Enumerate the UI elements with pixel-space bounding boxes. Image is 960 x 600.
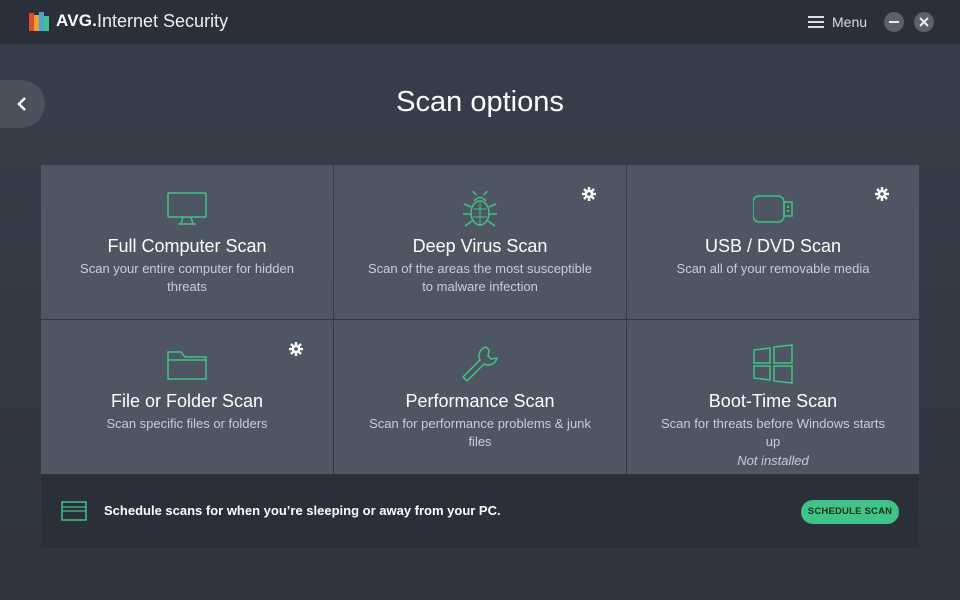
calendar-icon xyxy=(61,501,87,521)
tile-title: Deep Virus Scan xyxy=(412,236,548,256)
tile-description: Scan for threats before Windows starts u… xyxy=(661,416,885,449)
product-name: Internet Security xyxy=(97,11,229,31)
schedule-scan-button[interactable]: SCHEDULE SCAN xyxy=(801,500,899,524)
schedule-bar: Schedule scans for when you’re sleeping … xyxy=(41,475,919,548)
settings-gear-icon[interactable] xyxy=(875,187,889,201)
bug-icon xyxy=(463,190,497,227)
brand-name: AVG. xyxy=(56,11,98,30)
settings-gear-icon[interactable] xyxy=(582,187,596,201)
tile-title: Boot-Time Scan xyxy=(708,391,838,411)
scan-options-grid: Full Computer Scan Scan your entire comp… xyxy=(41,165,919,475)
schedule-message: Schedule scans for when you’re sleeping … xyxy=(104,503,501,518)
tile-description: Scan for performance problems & junk fil… xyxy=(369,416,591,449)
monitor-icon xyxy=(167,192,207,225)
tile-title: Performance Scan xyxy=(405,391,555,411)
tile-title: File or Folder Scan xyxy=(110,391,264,411)
tile-description: Scan of the areas the most susceptible t… xyxy=(367,261,592,294)
avg-logo-icon xyxy=(29,12,49,31)
settings-gear-icon[interactable] xyxy=(289,342,303,356)
tile-description: Scan your entire computer for hidden thr… xyxy=(80,261,294,294)
title-bar: AVG. Internet Security Menu xyxy=(0,0,960,44)
minimize-button[interactable] xyxy=(884,12,904,32)
usb-drive-icon xyxy=(753,195,793,223)
tile-usb-dvd-scan[interactable]: USB / DVD Scan Scan all of your removabl… xyxy=(627,165,919,319)
tile-full-computer-scan[interactable]: Full Computer Scan Scan your entire comp… xyxy=(41,165,333,319)
not-installed-note: Not installed xyxy=(737,453,809,468)
tile-title: USB / DVD Scan xyxy=(704,236,842,256)
tile-deep-virus-scan[interactable]: Deep Virus Scan Scan of the areas the mo… xyxy=(334,165,626,319)
hamburger-icon xyxy=(808,16,824,28)
folder-icon xyxy=(167,351,207,380)
windows-icon xyxy=(753,344,793,384)
page-title: Scan options xyxy=(396,86,564,118)
close-icon xyxy=(919,17,929,27)
menu-button[interactable]: Menu xyxy=(808,12,867,32)
close-button[interactable] xyxy=(914,12,934,32)
tile-file-or-folder-scan[interactable]: File or Folder Scan Scan specific files … xyxy=(41,320,333,474)
tile-performance-scan[interactable]: Performance Scan Scan for performance pr… xyxy=(334,320,626,474)
wrench-icon xyxy=(462,346,498,382)
tile-description: Scan specific files or folders xyxy=(106,416,268,431)
menu-label: Menu xyxy=(832,14,868,30)
tile-title: Full Computer Scan xyxy=(107,236,267,256)
tile-description: Scan all of your removable media xyxy=(676,261,870,276)
tile-boot-time-scan[interactable]: Boot-Time Scan Scan for threats before W… xyxy=(627,320,919,474)
